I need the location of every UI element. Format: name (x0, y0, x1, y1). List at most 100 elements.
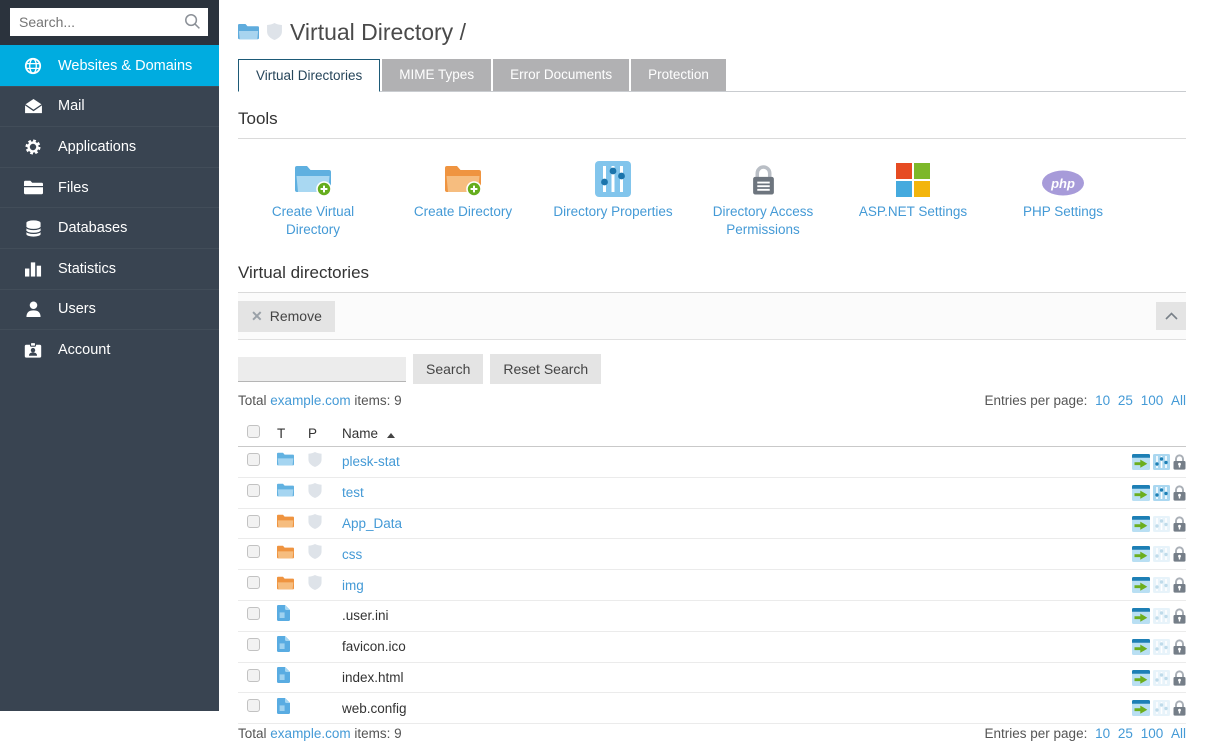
row-checkbox[interactable] (247, 699, 260, 712)
access-permissions-icon[interactable] (1173, 516, 1186, 532)
folder-blue-icon (277, 483, 294, 502)
open-directory-icon[interactable] (1132, 516, 1150, 532)
tab-error-documents[interactable]: Error Documents (493, 59, 629, 91)
reset-search-button[interactable]: Reset Search (490, 354, 601, 384)
directory-name[interactable]: index.html (342, 670, 404, 685)
open-directory-icon[interactable] (1132, 546, 1150, 562)
directory-properties-icon[interactable] (1153, 485, 1170, 501)
directory-properties-icon[interactable] (1153, 608, 1170, 624)
directory-name[interactable]: .user.ini (342, 608, 389, 623)
directory-name[interactable]: App_Data (342, 516, 402, 531)
folder-orange-icon (277, 545, 294, 564)
column-name-label: Name (342, 426, 378, 441)
sidebar-item-label: Users (58, 301, 96, 317)
row-checkbox[interactable] (247, 484, 260, 497)
tab-virtual-directories[interactable]: Virtual Directories (238, 59, 380, 92)
entries-option-10[interactable]: 10 (1095, 726, 1110, 741)
open-directory-icon[interactable] (1132, 670, 1150, 686)
tool-create-virtual-directory[interactable]: Create Virtual Directory (238, 145, 388, 238)
file-icon (277, 636, 290, 657)
row-checkbox[interactable] (247, 607, 260, 620)
directory-name[interactable]: plesk-stat (342, 454, 400, 469)
row-checkbox[interactable] (247, 453, 260, 466)
row-checkbox[interactable] (247, 638, 260, 651)
sidebar-item-label: Websites & Domains (58, 58, 192, 74)
open-directory-icon[interactable] (1132, 454, 1150, 470)
protection-shield-icon (308, 575, 322, 595)
directory-properties-icon[interactable] (1153, 700, 1170, 716)
select-all-checkbox[interactable] (247, 425, 260, 438)
sidebar-item-databases[interactable]: Databases (0, 207, 219, 248)
access-permissions-icon[interactable] (1173, 454, 1186, 470)
tool-aspnet-settings[interactable]: ASP.NET Settings (838, 145, 988, 238)
folder-add-orange-icon (443, 151, 483, 197)
directory-properties-icon[interactable] (1153, 670, 1170, 686)
sidebar-item-applications[interactable]: Applications (0, 126, 219, 167)
column-type[interactable]: T (269, 426, 300, 441)
entries-option-100[interactable]: 100 (1141, 726, 1164, 741)
directory-properties-icon[interactable] (1153, 516, 1170, 532)
directory-properties-icon[interactable] (1153, 454, 1170, 470)
tools-heading: Tools (238, 109, 1186, 139)
tool-label: Create Virtual Directory (248, 203, 378, 238)
column-protection[interactable]: P (300, 426, 333, 441)
access-permissions-icon[interactable] (1173, 608, 1186, 624)
access-permissions-icon[interactable] (1173, 700, 1186, 716)
domain-link[interactable]: example.com (270, 726, 350, 741)
open-directory-icon[interactable] (1132, 639, 1150, 655)
directory-name[interactable]: test (342, 485, 364, 500)
directory-properties-icon[interactable] (1153, 639, 1170, 655)
mail-icon (23, 99, 43, 114)
tab-mime-types[interactable]: MIME Types (382, 59, 491, 91)
open-directory-icon[interactable] (1132, 608, 1150, 624)
tool-directory-access-permissions[interactable]: Directory Access Permissions (688, 145, 838, 238)
row-checkbox[interactable] (247, 669, 260, 682)
entries-option-all[interactable]: All (1171, 726, 1186, 741)
directory-name[interactable]: web.config (342, 701, 407, 716)
access-permissions-icon[interactable] (1173, 670, 1186, 686)
access-permissions-icon[interactable] (1173, 546, 1186, 562)
entries-option-100[interactable]: 100 (1141, 393, 1164, 408)
sidebar-item-statistics[interactable]: Statistics (0, 248, 219, 289)
access-permissions-icon[interactable] (1173, 577, 1186, 593)
globe-icon (23, 57, 43, 75)
tool-directory-properties[interactable]: Directory Properties (538, 145, 688, 238)
table-header: T P Name (238, 420, 1186, 447)
sidebar-item-mail[interactable]: Mail (0, 86, 219, 127)
directory-properties-icon[interactable] (1153, 577, 1170, 593)
directory-name[interactable]: favicon.ico (342, 639, 406, 654)
entries-option-10[interactable]: 10 (1095, 393, 1110, 408)
sidebar-item-account[interactable]: Account (0, 329, 219, 370)
tool-label: PHP Settings (1023, 203, 1103, 221)
directory-name[interactable]: css (342, 547, 362, 562)
list-search-input[interactable] (238, 357, 406, 382)
entries-option-all[interactable]: All (1171, 393, 1186, 408)
tab-protection[interactable]: Protection (631, 59, 726, 91)
search-button[interactable]: Search (413, 354, 483, 384)
remove-button[interactable]: ✕ Remove (238, 301, 335, 332)
total-items-text: Total example.com items: 9 (238, 393, 402, 408)
open-directory-icon[interactable] (1132, 700, 1150, 716)
row-checkbox[interactable] (247, 515, 260, 528)
sidebar-item-files[interactable]: Files (0, 167, 219, 208)
open-directory-icon[interactable] (1132, 485, 1150, 501)
entries-option-25[interactable]: 25 (1118, 393, 1133, 408)
sidebar-search-input[interactable] (10, 8, 208, 36)
sidebar-item-websites-domains[interactable]: Websites & Domains (0, 45, 219, 86)
access-permissions-icon[interactable] (1173, 485, 1186, 501)
total-suffix: items: 9 (354, 393, 401, 408)
directory-properties-icon[interactable] (1153, 546, 1170, 562)
row-checkbox[interactable] (247, 576, 260, 589)
access-permissions-icon[interactable] (1173, 639, 1186, 655)
tool-php-settings[interactable]: php PHP Settings (988, 145, 1138, 238)
domain-link[interactable]: example.com (270, 393, 350, 408)
row-checkbox[interactable] (247, 545, 260, 558)
search-icon[interactable] (184, 13, 201, 35)
tool-create-directory[interactable]: Create Directory (388, 145, 538, 238)
open-directory-icon[interactable] (1132, 577, 1150, 593)
column-name[interactable]: Name (333, 426, 1186, 441)
entries-option-25[interactable]: 25 (1118, 726, 1133, 741)
directory-name[interactable]: img (342, 578, 364, 593)
sidebar-item-users[interactable]: Users (0, 289, 219, 330)
collapse-button[interactable] (1156, 302, 1186, 330)
